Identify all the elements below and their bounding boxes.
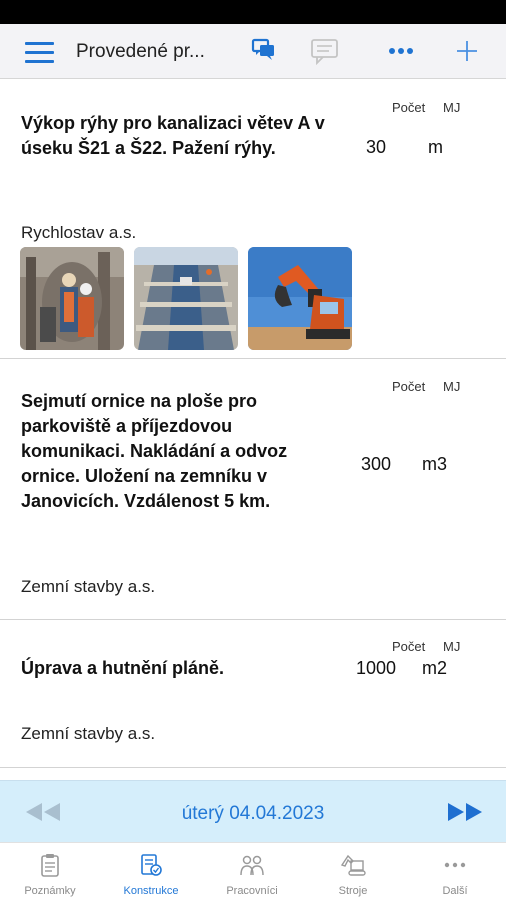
qty-column-label: Počet bbox=[392, 639, 426, 654]
unit-column-label: MJ bbox=[443, 100, 461, 115]
add-icon[interactable] bbox=[452, 36, 484, 66]
record-quantity: 1000 bbox=[355, 658, 397, 678]
tab-dalsi[interactable]: Další bbox=[405, 843, 505, 900]
record-title: Úprava a hutnění pláně. bbox=[21, 658, 225, 678]
record-company: Zemní stavby a.s. bbox=[21, 724, 156, 743]
chat-bubbles-icon[interactable] bbox=[248, 36, 280, 66]
record-unit: m3 bbox=[422, 454, 448, 474]
unit-column-label: MJ bbox=[443, 639, 461, 654]
top-nav-bar: Provedené pr... bbox=[0, 24, 506, 79]
tab-pracovnici[interactable]: Pracovníci bbox=[202, 843, 302, 900]
tab-label: Stroje bbox=[338, 885, 368, 897]
record-unit: m2 bbox=[422, 658, 448, 678]
next-day-icon[interactable] bbox=[446, 801, 486, 823]
more-dots-icon[interactable] bbox=[385, 36, 417, 66]
record-item[interactable]: Počet MJ Sejmutí ornice na ploše pro par… bbox=[0, 359, 506, 620]
date-navigation-bar: úterý 04.04.2023 bbox=[0, 780, 506, 842]
trench-photo[interactable] bbox=[134, 247, 238, 350]
more-icon bbox=[441, 851, 469, 879]
record-title: Výkop rýhy pro kanalizaci větev A v úsek… bbox=[21, 113, 325, 158]
tab-konstrukce[interactable]: Konstrukce bbox=[101, 843, 201, 900]
bottom-tab-bar: Poznámky Konstrukce Pracovníci Stroje Da… bbox=[0, 842, 506, 900]
page-title: Provedené pr... bbox=[76, 41, 205, 62]
tab-label: Pracovníci bbox=[226, 885, 278, 897]
tab-label: Další bbox=[442, 885, 468, 897]
record-item[interactable]: Počet MJ Úprava a hutnění pláně. 1000 m2… bbox=[0, 620, 506, 768]
tab-label: Poznámky bbox=[24, 885, 76, 897]
record-title: Sejmutí ornice na ploše pro parkoviště a… bbox=[21, 391, 288, 511]
record-company: Rychlostav a.s. bbox=[21, 223, 137, 242]
status-bar bbox=[0, 0, 506, 24]
record-unit: m bbox=[428, 137, 443, 157]
workers-photo[interactable] bbox=[20, 247, 124, 350]
tab-poznamky[interactable]: Poznámky bbox=[0, 843, 100, 900]
record-company: Zemní stavby a.s. bbox=[21, 577, 156, 596]
record-quantity: 30 bbox=[365, 137, 387, 157]
excavator-photo[interactable] bbox=[248, 247, 352, 350]
tab-stroje[interactable]: Stroje bbox=[303, 843, 403, 900]
qty-column-label: Počet bbox=[392, 379, 426, 394]
unit-column-label: MJ bbox=[443, 379, 461, 394]
current-date[interactable]: úterý 04.04.2023 bbox=[0, 803, 506, 825]
hamburger-menu-icon[interactable] bbox=[24, 40, 56, 64]
construction-doc-icon bbox=[137, 851, 165, 879]
clipboard-icon bbox=[36, 851, 64, 879]
excavator-icon bbox=[339, 851, 367, 879]
workers-icon bbox=[238, 851, 266, 879]
qty-column-label: Počet bbox=[392, 100, 426, 115]
tab-label: Konstrukce bbox=[123, 885, 179, 897]
comment-icon[interactable] bbox=[309, 36, 341, 66]
record-quantity: 300 bbox=[360, 454, 392, 474]
